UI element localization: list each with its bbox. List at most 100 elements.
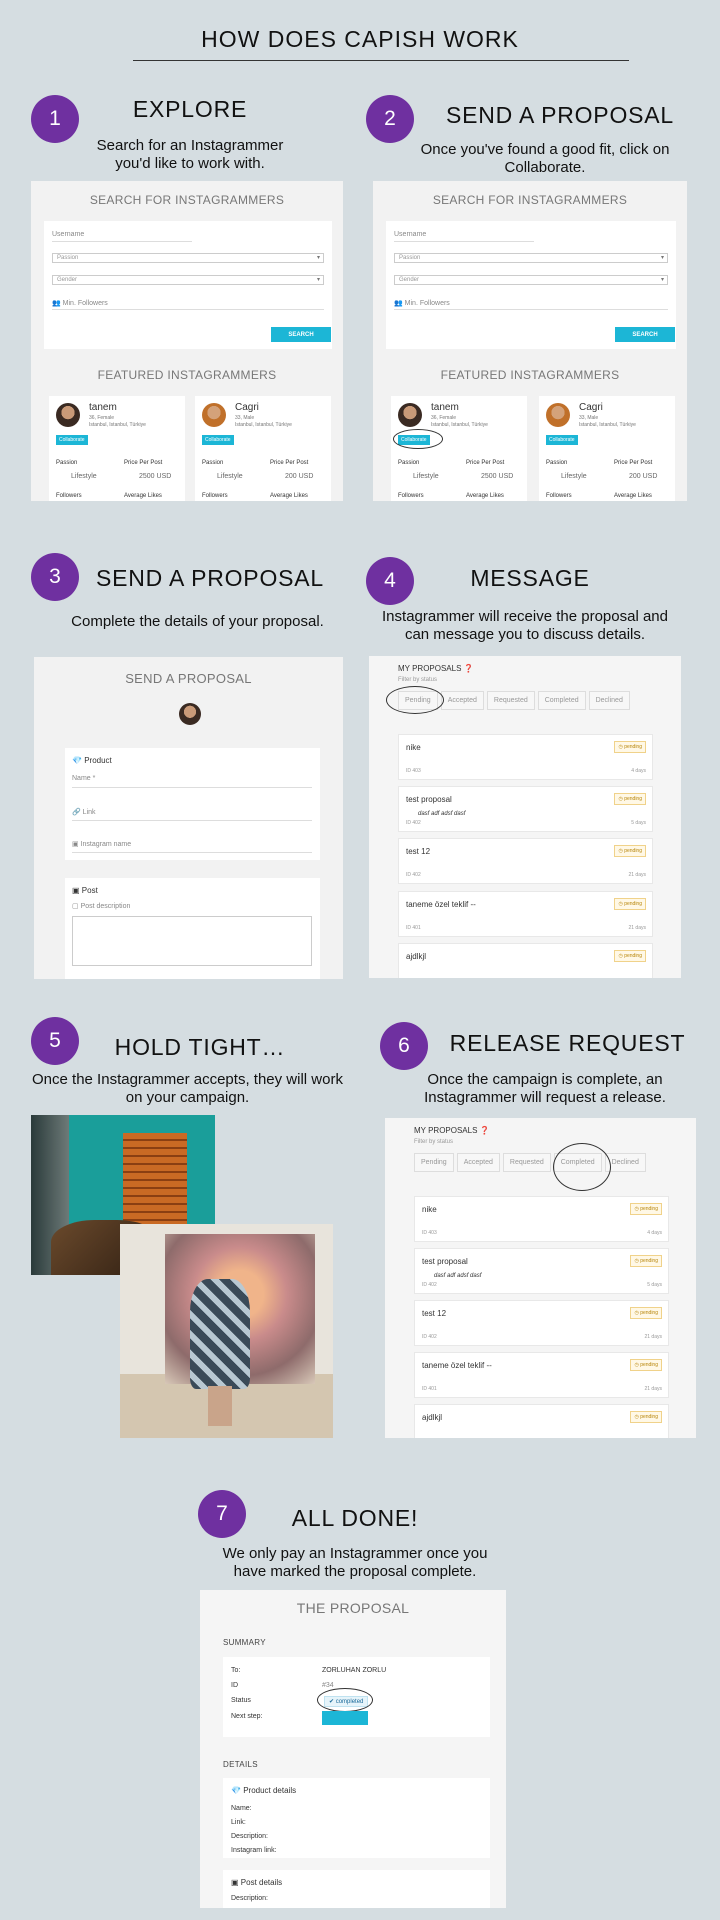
- highlight-ring: [317, 1688, 373, 1712]
- passion-select[interactable]: Passion: [52, 253, 324, 263]
- photo-person: [190, 1279, 250, 1389]
- passion-label: Passion: [202, 460, 224, 466]
- file-icon: ▢: [72, 903, 81, 910]
- step-1-heading: EXPLORE: [132, 96, 248, 122]
- likes-label: Average Likes: [270, 493, 308, 499]
- username-input[interactable]: Username: [394, 231, 534, 242]
- status-label: Status: [231, 1697, 251, 1704]
- avatar: [398, 403, 422, 427]
- gender-select[interactable]: Gender: [394, 275, 668, 285]
- instagram-name-input[interactable]: ▣ Instagram name: [72, 840, 312, 853]
- diamond-icon: 💎: [231, 1786, 244, 1795]
- step-4-number: 4: [366, 557, 414, 605]
- proposal-row[interactable]: taneme özel teklif -- ◷ pending ID 401 2…: [398, 891, 653, 937]
- pending-badge: ◷ pending: [630, 1255, 662, 1267]
- card-location: Istanbul, Istanbul, Türkiye: [235, 422, 292, 428]
- min-followers-input[interactable]: 👥 Min. Followers: [52, 299, 324, 310]
- instagrammer-card: Cagri 33, Male Istanbul, Istanbul, Türki…: [195, 396, 331, 501]
- search-button[interactable]: SEARCH: [271, 327, 331, 342]
- proposal-row[interactable]: test 12 ◷ pending ID 402 21 days: [414, 1300, 669, 1346]
- proposal-row[interactable]: nike ◷ pending ID 403 4 days: [398, 734, 653, 780]
- passion-value: Lifestyle: [217, 473, 243, 480]
- my-proposals-panel-1: MY PROPOSALS ❓ Filter by status Pending …: [369, 656, 681, 978]
- card-location: Istanbul, Istanbul, Türkiye: [89, 422, 146, 428]
- tab-declined[interactable]: Declined: [588, 691, 630, 710]
- pending-badge: ◷ pending: [614, 898, 646, 910]
- title-divider: [133, 60, 629, 61]
- proposal-time: 21 days: [628, 925, 646, 931]
- tab-accepted[interactable]: Accepted: [440, 691, 484, 710]
- passion-select[interactable]: Passion: [394, 253, 668, 263]
- proposal-row[interactable]: test proposal ◷ pending dasf adf adsf da…: [414, 1248, 669, 1294]
- tab-accepted[interactable]: Accepted: [456, 1153, 500, 1172]
- proposal-time: 5 days: [631, 820, 646, 826]
- username-input[interactable]: Username: [52, 231, 192, 242]
- proposal-name: ajdlkjl: [406, 952, 427, 961]
- collaborate-button[interactable]: Collaborate: [56, 435, 88, 445]
- my-proposals-title: MY PROPOSALS ❓: [414, 1126, 490, 1135]
- instagrammer-card: tanem 36, Female Istanbul, Istanbul, Tür…: [49, 396, 185, 501]
- post-description-textarea[interactable]: [72, 916, 312, 966]
- proposal-id: ID 402: [406, 820, 421, 826]
- gender-select[interactable]: Gender: [52, 275, 324, 285]
- search-panel-1: SEARCH FOR INSTAGRAMMERS Username Passio…: [31, 181, 343, 501]
- card-name: tanem: [431, 402, 459, 413]
- passion-label: Passion: [398, 460, 420, 466]
- avatar: [546, 403, 570, 427]
- tab-requested[interactable]: Requested: [502, 1153, 551, 1172]
- step-2-desc: Once you've found a good fit, click on C…: [420, 141, 670, 176]
- filter-label: Filter by status: [398, 677, 438, 683]
- proposal-name: test 12: [406, 847, 431, 856]
- step-6-heading: RELEASE REQUEST: [449, 1030, 686, 1056]
- likes-label: Average Likes: [124, 493, 162, 499]
- passion-value: Lifestyle: [71, 473, 97, 480]
- product-link-label: Link:: [231, 1819, 246, 1826]
- tab-requested[interactable]: Requested: [486, 691, 535, 710]
- card-name: tanem: [89, 402, 117, 413]
- tab-completed[interactable]: Completed: [537, 691, 586, 710]
- proposal-row[interactable]: test 12 ◷ pending ID 402 21 days: [398, 838, 653, 884]
- the-proposal-panel: THE PROPOSAL SUMMARY To: ZORLUHAN ZORLU …: [200, 1590, 506, 1908]
- product-link-input[interactable]: 🔗 Link: [72, 808, 312, 821]
- featured-title: FEATURED INSTAGRAMMERS: [97, 368, 277, 382]
- product-name-label: Name:: [231, 1805, 252, 1812]
- proposal-row[interactable]: ajdlkjl ◷ pending: [414, 1404, 669, 1438]
- people-icon: 👥: [52, 300, 63, 307]
- the-proposal-title: THE PROPOSAL: [296, 1600, 410, 1616]
- pending-badge: ◷ pending: [614, 845, 646, 857]
- proposal-name: nike: [422, 1205, 437, 1214]
- pending-badge: ◷ pending: [614, 950, 646, 962]
- featured-title: FEATURED INSTAGRAMMERS: [440, 368, 620, 382]
- pending-badge: ◷ pending: [630, 1203, 662, 1215]
- highlight-ring: [553, 1143, 611, 1191]
- search-button[interactable]: SEARCH: [615, 327, 675, 342]
- product-name-input[interactable]: Name *: [72, 775, 312, 788]
- next-step-button[interactable]: [322, 1711, 368, 1725]
- proposal-row[interactable]: nike ◷ pending ID 403 4 days: [414, 1196, 669, 1242]
- pending-badge: ◷ pending: [614, 741, 646, 753]
- proposal-name: taneme özel teklif --: [422, 1361, 492, 1370]
- proposal-name: test 12: [422, 1309, 447, 1318]
- proposal-form-title: SEND A PROPOSAL: [125, 671, 252, 686]
- help-icon: ❓: [463, 664, 474, 673]
- to-label: To:: [231, 1667, 241, 1674]
- collaborate-button[interactable]: Collaborate: [546, 435, 578, 445]
- card-meta: 36, Female: [431, 415, 457, 421]
- step-2-number: 2: [366, 95, 414, 143]
- tab-pending[interactable]: Pending: [414, 1153, 454, 1172]
- help-icon: ❓: [479, 1126, 490, 1135]
- proposal-time: 21 days: [644, 1386, 662, 1392]
- proposal-desc: dasf adf adsf dasf: [418, 811, 466, 817]
- step-3-number: 3: [31, 553, 79, 601]
- photo-legs: [208, 1386, 232, 1426]
- min-followers-input[interactable]: 👥 Min. Followers: [394, 299, 668, 310]
- instagrammer-card: Cagri 33, Male Istanbul, Istanbul, Türki…: [539, 396, 675, 501]
- proposal-row[interactable]: taneme özel teklif -- ◷ pending ID 401 2…: [414, 1352, 669, 1398]
- proposal-name: taneme özel teklif --: [406, 900, 476, 909]
- price-value: 200 USD: [285, 473, 314, 480]
- price-label: Price Per Post: [124, 460, 163, 466]
- proposal-row[interactable]: test proposal ◷ pending dasf adf adsf da…: [398, 786, 653, 832]
- proposal-row[interactable]: ajdlkjl ◷ pending: [398, 943, 653, 978]
- collaborate-button[interactable]: Collaborate: [202, 435, 234, 445]
- image-icon: ▣: [72, 886, 82, 895]
